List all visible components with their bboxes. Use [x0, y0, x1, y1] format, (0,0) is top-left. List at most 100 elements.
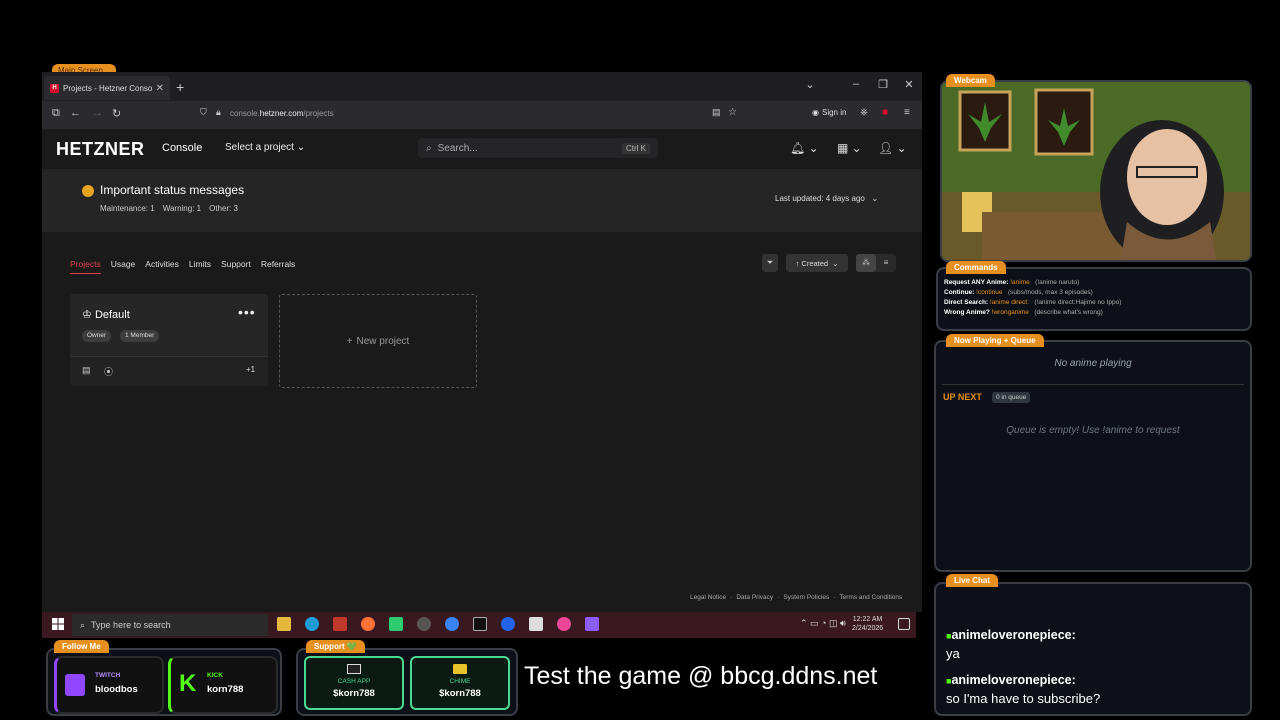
- sort-label: ↑ Created: [795, 258, 829, 268]
- bell-icon[interactable]: 🔔︎ ⌄: [790, 141, 819, 155]
- tab-title: Projects - Hetzner Console: [63, 83, 152, 93]
- app-icon[interactable]: [389, 617, 403, 631]
- firefox-icon[interactable]: [361, 617, 375, 631]
- queue-count-badge: 0 in queue: [992, 392, 1031, 403]
- tab-activities[interactable]: Activities: [145, 259, 179, 274]
- app-icon[interactable]: [557, 617, 571, 631]
- command-label: Request ANY Anime:: [944, 279, 1009, 286]
- view-toggle: ⁂ ≡: [856, 254, 896, 272]
- app-icon[interactable]: [501, 617, 515, 631]
- cashapp-label: CASH APP: [337, 678, 371, 685]
- tab-support[interactable]: Support: [221, 259, 251, 274]
- minimize-icon[interactable]: –: [848, 78, 864, 90]
- url-path: /projects: [303, 109, 334, 118]
- tab-limits[interactable]: Limits: [189, 259, 211, 274]
- tab-usage[interactable]: Usage: [111, 259, 136, 274]
- notifications-icon[interactable]: [898, 618, 910, 630]
- follow-tag: Follow Me: [54, 640, 109, 653]
- terms-link[interactable]: Terms and Conditions: [839, 594, 902, 601]
- search-shortcut: Ctrl K: [622, 142, 650, 154]
- footer-links: Legal Notice · Data Privacy · System Polic…: [690, 594, 902, 601]
- chat-username: ■animeloveronepiece:: [946, 673, 1100, 687]
- clock-date: 2/24/2026: [852, 625, 884, 632]
- other-count: Other: 3: [209, 204, 238, 213]
- system-policies-link[interactable]: System Policies: [783, 594, 829, 601]
- browser-tab[interactable]: H Projects - Hetzner Console ✕: [44, 76, 170, 100]
- command-text: !wronganime: [991, 309, 1029, 316]
- user-icon[interactable]: 👤︎ ⌄: [878, 141, 907, 155]
- command-text: !anime: [1010, 279, 1030, 286]
- new-tab-icon[interactable]: +: [176, 79, 184, 95]
- menu-icon[interactable]: ≡: [904, 107, 910, 118]
- sort-dropdown[interactable]: ↑ Created ⌄: [786, 254, 848, 272]
- app-icon[interactable]: [333, 617, 347, 631]
- project-select-dropdown[interactable]: Select a project ⌄: [225, 142, 305, 153]
- obs-icon[interactable]: [417, 617, 431, 631]
- warning-icon: [82, 185, 94, 197]
- data-privacy-link[interactable]: Data Privacy: [736, 594, 773, 601]
- edge-icon[interactable]: [305, 617, 319, 631]
- system-tray-icons[interactable]: ⌃ ▭ ◔ ◫ 🔊︎: [800, 618, 846, 629]
- command-line: Direct Search: !anime direct: (!anime di…: [944, 299, 1244, 306]
- reload-icon[interactable]: ↻: [112, 107, 121, 120]
- forward-icon[interactable]: →: [92, 107, 103, 119]
- command-label: Direct Search:: [944, 299, 989, 306]
- project-card[interactable]: ♔ Default ••• Owner 1 Member ▤ ⦿ +1: [70, 294, 268, 386]
- tab-close-icon[interactable]: ✕: [156, 83, 164, 94]
- shield-icon[interactable]: ⛉: [200, 107, 207, 118]
- tab-list-icon[interactable]: ⌄: [802, 78, 818, 91]
- clock-time: 12:22 AM: [852, 616, 883, 623]
- status-title: Important status messages: [100, 183, 245, 197]
- location-icon: ⦿: [104, 367, 114, 377]
- twitch-card: TWITCH bloodbos: [54, 656, 164, 714]
- legal-notice-link[interactable]: Legal Notice: [690, 594, 726, 601]
- now-playing-tag: Now Playing + Queue: [946, 334, 1044, 347]
- taskbar-search-input[interactable]: ⌕ Type here to search: [72, 614, 268, 636]
- now-playing-status: No anime playing: [1054, 358, 1132, 369]
- new-project-button[interactable]: + New project: [279, 294, 477, 388]
- grid-view-icon[interactable]: ⁂: [856, 254, 876, 272]
- tab-projects[interactable]: Projects: [70, 259, 101, 274]
- search-placeholder: Search...: [437, 142, 478, 154]
- more-options-icon[interactable]: •••: [238, 304, 256, 320]
- separator: ·: [833, 594, 836, 601]
- windows-start-icon[interactable]: [52, 618, 64, 630]
- address-bar[interactable]: console.hetzner.com/projects: [230, 109, 334, 118]
- clock[interactable]: 12:22 AM 2/24/2026: [852, 615, 883, 633]
- apps-grid-icon[interactable]: ▦ ⌄: [837, 141, 862, 155]
- commands-tag: Commands: [946, 261, 1006, 274]
- extension-badge-icon[interactable]: ■: [882, 107, 888, 118]
- reader-view-icon[interactable]: ▤: [712, 107, 721, 118]
- lock-icon[interactable]: 🔒︎: [216, 107, 221, 118]
- app-icon[interactable]: [529, 617, 543, 631]
- twitch-username: bloodbos: [95, 684, 138, 695]
- file-explorer-icon[interactable]: [277, 617, 291, 631]
- app-icon[interactable]: [445, 617, 459, 631]
- promo-text: Test the game @ bbcg.ddns.net: [524, 662, 878, 690]
- sidebar-icon[interactable]: ⧉: [52, 107, 60, 120]
- now-playing-panel: [934, 340, 1252, 572]
- back-icon[interactable]: ←: [70, 107, 81, 119]
- close-window-icon[interactable]: ✕: [901, 78, 917, 91]
- command-label: Continue:: [944, 289, 975, 296]
- role-badge: Owner: [82, 330, 112, 342]
- hetzner-logo[interactable]: HETZNER: [56, 139, 145, 160]
- bookmark-star-icon[interactable]: ☆: [728, 107, 737, 118]
- status-messages-panel[interactable]: Important status messages Maintenance: 1…: [42, 169, 922, 232]
- url-prefix: console.: [230, 109, 260, 118]
- tab-bar: H Projects - Hetzner Console ✕ + ⌄ – ❐ ✕: [42, 72, 922, 101]
- extensions-icon[interactable]: ⎈: [860, 107, 868, 118]
- restore-icon[interactable]: ❐: [875, 78, 891, 91]
- tab-referrals[interactable]: Referrals: [261, 259, 295, 274]
- last-updated[interactable]: Last updated: 4 days ago ⌄: [775, 194, 878, 203]
- list-view-icon[interactable]: ≡: [876, 254, 896, 272]
- chat-username: ■animeloveronepiece:: [946, 628, 1100, 642]
- filter-button[interactable]: ⏷: [762, 254, 778, 272]
- sign-in-button[interactable]: ◉ Sign in: [812, 108, 846, 117]
- search-input[interactable]: ⌕ Search... Ctrl K: [418, 138, 658, 158]
- crown-icon: ♔: [82, 309, 92, 321]
- terminal-icon[interactable]: [473, 617, 487, 631]
- separator: ·: [777, 594, 780, 601]
- app-icon[interactable]: [585, 617, 599, 631]
- commands-panel: Request ANY Anime: !anime (!anime naruto…: [936, 267, 1252, 331]
